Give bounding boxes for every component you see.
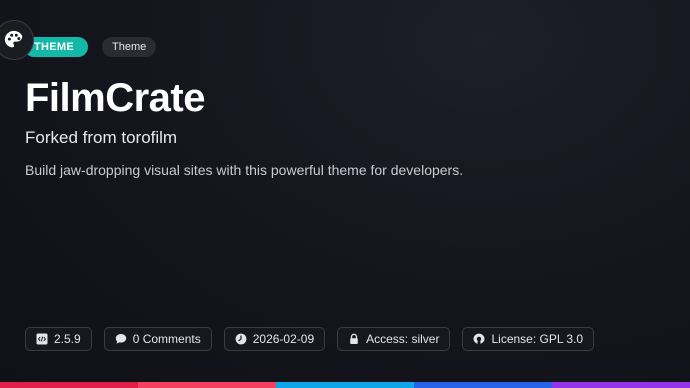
tag-row: THEME Theme xyxy=(24,37,157,57)
bar-segment xyxy=(138,382,276,388)
comments-chip[interactable]: 0 Comments xyxy=(103,327,212,351)
open-source-icon xyxy=(473,333,485,344)
access-chip: Access: silver xyxy=(337,327,451,351)
bottom-color-bar xyxy=(0,382,690,388)
bar-segment xyxy=(552,382,690,388)
subtitle: Forked from torofilm xyxy=(25,128,178,147)
license-label: License: GPL 3.0 xyxy=(491,332,584,346)
type-tag[interactable]: Theme xyxy=(102,37,157,57)
meta-row: 2.5.9 0 Comments 2026-02-09 Access: silv… xyxy=(25,327,595,351)
comments-label: 0 Comments xyxy=(132,332,201,346)
page-title: FilmCrate xyxy=(25,76,206,120)
date-chip: 2026-02-09 xyxy=(223,327,326,351)
bar-segment xyxy=(276,382,414,388)
clock-icon xyxy=(235,333,247,345)
lock-icon xyxy=(350,333,358,344)
access-label: Access: silver xyxy=(366,332,440,346)
comment-icon xyxy=(115,334,126,344)
date-label: 2026-02-09 xyxy=(252,332,315,346)
bar-segment xyxy=(414,382,552,388)
description: Build jaw-dropping visual sites with thi… xyxy=(25,162,464,178)
license-chip[interactable]: License: GPL 3.0 xyxy=(462,327,595,351)
bar-segment xyxy=(0,382,138,388)
version-label: 2.5.9 xyxy=(54,332,81,346)
version-chip: 2.5.9 xyxy=(25,327,92,351)
code-file-icon xyxy=(36,333,48,345)
